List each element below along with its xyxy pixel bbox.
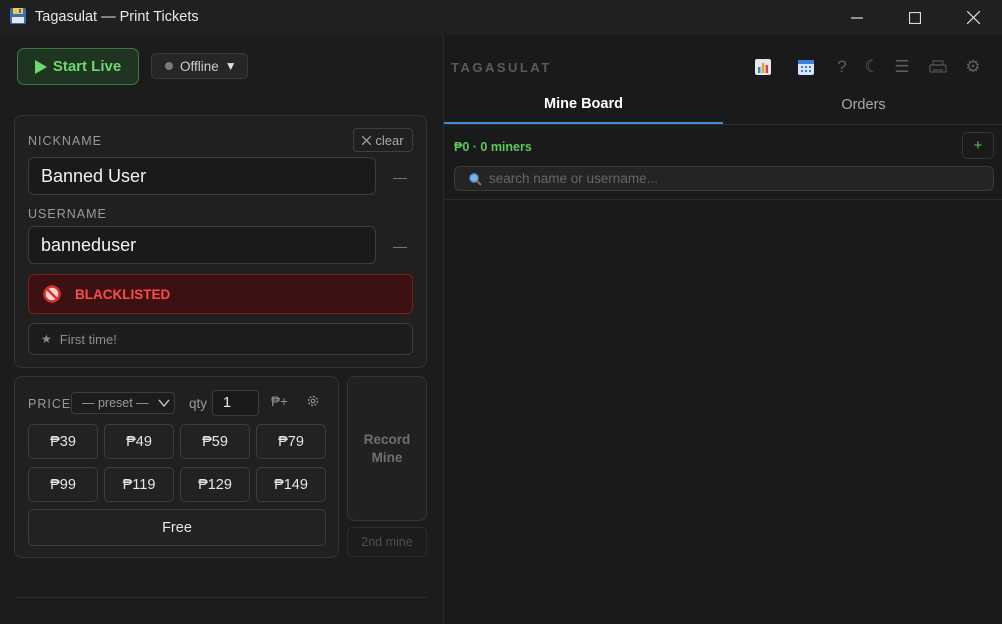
username-dash: — bbox=[393, 238, 407, 254]
gear-icon[interactable] bbox=[306, 394, 320, 408]
caret-down-icon: ▼ bbox=[224, 59, 237, 73]
price-button[interactable]: ₱39 bbox=[28, 424, 98, 459]
tab-mine-board[interactable]: Mine Board bbox=[444, 85, 723, 124]
status-dot-icon bbox=[165, 62, 173, 70]
preset-placeholder: — preset — bbox=[82, 396, 149, 410]
minimize-icon bbox=[851, 16, 863, 19]
maximize-icon bbox=[909, 11, 921, 24]
title-bar: Tagasulat — Print Tickets bbox=[0, 0, 1002, 35]
add-miner-button[interactable]: + bbox=[962, 132, 994, 159]
status-label: Offline bbox=[180, 58, 219, 74]
clear-label: clear bbox=[375, 132, 404, 148]
price-label: PRICE bbox=[28, 397, 72, 411]
qty-input[interactable]: 1 bbox=[212, 390, 259, 416]
clear-button[interactable]: clear bbox=[353, 128, 413, 152]
start-live-label: Start Live bbox=[52, 58, 122, 75]
start-live-button[interactable]: Start Live bbox=[17, 48, 139, 85]
preset-select[interactable]: — preset — bbox=[71, 392, 175, 414]
record-label-line2: Mine bbox=[371, 449, 403, 465]
record-mine-button[interactable]: Record Mine bbox=[347, 376, 427, 521]
record-label-line1: Record bbox=[363, 431, 411, 447]
nickname-label: NICKNAME bbox=[28, 134, 102, 148]
first-time-note: ★ First time! bbox=[28, 323, 413, 355]
price-button[interactable]: ₱79 bbox=[256, 424, 326, 459]
status-dropdown[interactable]: Offline ▼ bbox=[151, 53, 248, 79]
search-icon bbox=[469, 172, 482, 186]
star-icon: ★ bbox=[41, 332, 52, 346]
nickname-dash: — bbox=[393, 169, 407, 185]
username-label: USERNAME bbox=[28, 207, 107, 221]
custom-price-button[interactable]: ₱+ bbox=[271, 394, 288, 409]
price-button[interactable]: ₱149 bbox=[256, 467, 326, 502]
miners-summary: ₱0 · 0 miners bbox=[454, 140, 532, 154]
tab-bar: Mine Board Orders bbox=[444, 85, 1002, 125]
blacklisted-label: BLACKLISTED bbox=[75, 286, 171, 302]
gear-icon[interactable]: ⚙ bbox=[963, 57, 983, 77]
blacklisted-badge: BLACKLISTED bbox=[28, 274, 413, 314]
play-icon bbox=[34, 59, 47, 74]
window-title: Tagasulat — Print Tickets bbox=[35, 9, 199, 25]
qty-label: qty bbox=[189, 396, 208, 411]
calendar-icon[interactable] bbox=[796, 57, 816, 77]
maximize-button[interactable] bbox=[886, 0, 944, 35]
divider bbox=[444, 199, 1002, 200]
search-placeholder: search name or username... bbox=[489, 171, 658, 186]
brand-label: TAGASULAT bbox=[451, 60, 552, 75]
close-window-button[interactable] bbox=[944, 0, 1002, 35]
second-mine-button[interactable]: 2nd mine bbox=[347, 527, 427, 557]
user-card: NICKNAME clear Banned User — USERNAME ba… bbox=[14, 115, 427, 368]
free-button[interactable]: Free bbox=[28, 509, 326, 546]
price-card: PRICE — preset — qty 1 ₱+ ₱39 ₱49 ₱59 ₱7… bbox=[14, 376, 339, 558]
menu-icon[interactable]: ☰ bbox=[892, 57, 912, 77]
divider bbox=[15, 597, 427, 598]
nickname-field[interactable]: Banned User bbox=[28, 157, 376, 195]
floppy-disk-icon bbox=[10, 8, 26, 24]
help-icon[interactable]: ? bbox=[832, 57, 852, 77]
left-panel: Start Live Offline ▼ NICKNAME clear Bann… bbox=[0, 35, 443, 624]
printer-icon[interactable] bbox=[928, 57, 948, 77]
price-button[interactable]: ₱59 bbox=[180, 424, 250, 459]
chart-icon[interactable] bbox=[753, 57, 773, 77]
tab-orders[interactable]: Orders bbox=[724, 85, 1002, 124]
close-icon bbox=[362, 135, 372, 145]
prohibited-icon bbox=[43, 285, 61, 303]
price-button[interactable]: ₱119 bbox=[104, 467, 174, 502]
price-button[interactable]: ₱129 bbox=[180, 467, 250, 502]
moon-icon[interactable]: ☾ bbox=[862, 57, 882, 77]
right-panel: TAGASULAT ? ☾ ☰ ⚙ Mine Board Orders ₱0 ·… bbox=[443, 35, 1002, 624]
minimize-button[interactable] bbox=[828, 0, 886, 35]
close-icon bbox=[966, 11, 980, 24]
chevron-down-icon bbox=[158, 399, 170, 408]
price-button[interactable]: ₱99 bbox=[28, 467, 98, 502]
search-input[interactable]: search name or username... bbox=[454, 166, 994, 191]
price-button[interactable]: ₱49 bbox=[104, 424, 174, 459]
username-field[interactable]: banneduser bbox=[28, 226, 376, 264]
first-time-label: First time! bbox=[59, 331, 117, 347]
